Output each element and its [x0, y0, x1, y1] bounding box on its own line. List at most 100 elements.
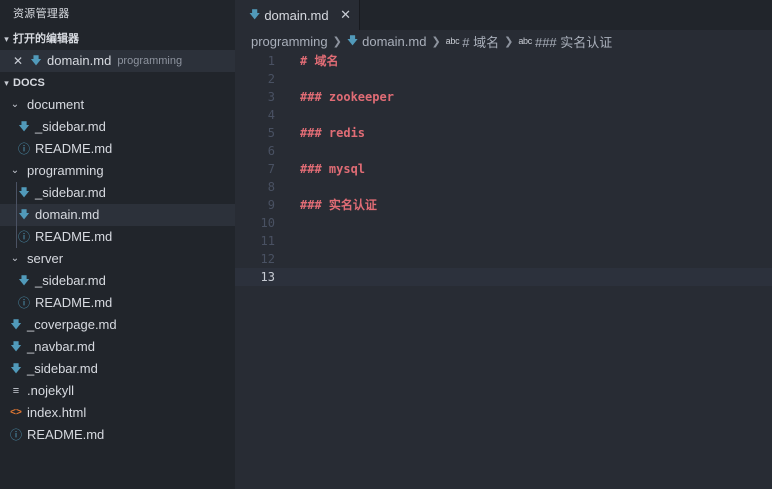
tree-folder[interactable]: ⌄ document [0, 94, 235, 116]
line-text: ### zookeeper [300, 90, 394, 104]
line-number: 10 [260, 216, 275, 230]
code-line[interactable]: 8 [235, 178, 772, 196]
code-line[interactable]: 5 ### redis [235, 124, 772, 142]
line-number: 6 [267, 144, 275, 158]
chevron-down-icon: ⌄ [10, 253, 20, 264]
close-icon[interactable]: ✕ [12, 50, 24, 72]
code-line[interactable]: 11 [235, 232, 772, 250]
code-line[interactable]: 1 # 域名 [235, 52, 772, 70]
text-file-icon: ≡ [12, 385, 20, 397]
line-number: 8 [267, 180, 275, 194]
tab-domain-md[interactable]: 🡇 domain.md ✕ [235, 0, 360, 30]
tree-folder[interactable]: ⌄ programming [0, 160, 235, 182]
info-icon: ⓘ [17, 230, 30, 244]
code-line[interactable]: 2 [235, 70, 772, 88]
indent-guide [16, 204, 17, 226]
code-line[interactable]: 10 [235, 214, 772, 232]
markdown-icon: 🡇 [10, 341, 22, 353]
line-number: 7 [267, 162, 275, 176]
code-line[interactable]: 4 [235, 106, 772, 124]
code-line[interactable]: 9 ### 实名认证 [235, 196, 772, 214]
tree-item-label: README.md [27, 427, 105, 442]
explorer-sidebar: 资源管理器 ▾ 打开的编辑器 ✕ 🡇 domain.md programming… [0, 0, 235, 489]
code-line[interactable]: 12 [235, 250, 772, 268]
markdown-icon: 🡇 [30, 55, 42, 67]
tree-file[interactable]: 🡇 _sidebar.md [0, 270, 235, 292]
chevron-down-icon: ⌄ [10, 165, 20, 176]
markdown-icon: 🡇 [18, 209, 30, 221]
line-number: 1 [267, 54, 275, 68]
tab-bar: 🡇 domain.md ✕ [235, 0, 772, 30]
line-text: ### mysql [300, 162, 366, 176]
tree-file[interactable]: ⓘ README.md [0, 138, 235, 160]
tree-file[interactable]: 🡇 _sidebar.md [0, 358, 235, 380]
tab-label: domain.md [264, 7, 329, 23]
tree-file[interactable]: 🡇 domain.md [0, 204, 235, 226]
tree-item-label: README.md [35, 229, 113, 244]
markdown-icon: 🡇 [346, 34, 359, 47]
breadcrumb-item[interactable]: programming [251, 34, 328, 49]
workspace-label: DOCS [13, 77, 45, 89]
line-number: 4 [267, 108, 275, 122]
breadcrumb: programming ❯ 🡇 domain.md ❯ abc # 域名 ❯ a… [235, 30, 772, 52]
tree-folder[interactable]: ⌄ server [0, 248, 235, 270]
open-editor-desc: programming [117, 55, 183, 67]
line-text: ### 实名认证 [300, 198, 377, 212]
indent-guide [16, 226, 17, 248]
breadcrumb-item[interactable]: ### 实名认证 [535, 32, 612, 51]
chevron-right-icon: ❯ [332, 35, 342, 48]
tree-file[interactable]: ⓘ README.md [0, 424, 235, 446]
tree-file[interactable]: 🡇 _sidebar.md [0, 182, 235, 204]
tree-item-label: _sidebar.md [35, 119, 106, 134]
code-line[interactable]: 13 [235, 268, 772, 286]
tree-file[interactable]: 🡇 _sidebar.md [0, 116, 235, 138]
tree-file[interactable]: ⓘ README.md [0, 226, 235, 248]
tree-item-label: _navbar.md [27, 339, 95, 354]
line-number: 9 [267, 198, 275, 212]
open-editor-item[interactable]: ✕ 🡇 domain.md programming [0, 50, 235, 72]
html-icon: <> [10, 407, 22, 418]
line-number: 2 [267, 72, 275, 86]
symbol-string-icon: abc [518, 36, 532, 46]
breadcrumb-item[interactable]: # 域名 [462, 32, 499, 51]
tree-file[interactable]: 🡇 _navbar.md [0, 336, 235, 358]
tree-item-label: domain.md [35, 207, 100, 222]
open-editors-label: 打开的编辑器 [13, 33, 79, 45]
chevron-right-icon: ❯ [504, 35, 514, 48]
close-icon[interactable]: ✕ [339, 7, 353, 23]
tree-item-label: _sidebar.md [35, 273, 106, 288]
line-text: ### redis [300, 126, 366, 140]
markdown-icon: 🡇 [18, 275, 30, 287]
workspace-header[interactable]: ▾ DOCS [0, 72, 235, 94]
tree-item-label: programming [27, 163, 104, 178]
file-tree: ⌄ document 🡇 _sidebar.md ⓘ README.md ⌄ programm… [0, 94, 235, 446]
tree-file[interactable]: ⓘ README.md [0, 292, 235, 314]
line-number: 11 [260, 234, 275, 248]
chevron-down-icon: ▾ [4, 34, 9, 44]
open-editors-header[interactable]: ▾ 打开的编辑器 [0, 28, 235, 50]
markdown-icon: 🡇 [249, 8, 261, 21]
open-editor-name: domain.md [47, 53, 112, 68]
tree-item-label: document [27, 97, 85, 112]
tree-item-label: _coverpage.md [27, 317, 117, 332]
code-line[interactable]: 3 ### zookeeper [235, 88, 772, 106]
tree-item-label: _sidebar.md [35, 185, 106, 200]
line-number: 12 [260, 252, 275, 266]
line-number: 5 [267, 126, 275, 140]
tree-item-label: index.html [27, 405, 87, 420]
markdown-icon: 🡇 [18, 187, 30, 199]
explorer-title: 资源管理器 [13, 8, 70, 20]
editor-area: 🡇 domain.md ✕ programming ❯ 🡇 domain.md … [235, 0, 772, 489]
tree-file[interactable]: <> index.html [0, 402, 235, 424]
tree-file[interactable]: ≡ .nojekyll [0, 380, 235, 402]
markdown-icon: 🡇 [10, 319, 22, 331]
code-line[interactable]: 6 [235, 142, 772, 160]
chevron-down-icon: ⌄ [10, 99, 20, 110]
code-line[interactable]: 7 ### mysql [235, 160, 772, 178]
breadcrumb-item[interactable]: domain.md [362, 34, 426, 49]
code-editor[interactable]: 1 # 域名 2 3 ### zookeeper 4 5 ### redis 6 7 ### mys… [235, 52, 772, 489]
line-number: 3 [267, 90, 275, 104]
tree-item-label: README.md [35, 295, 113, 310]
tree-file[interactable]: 🡇 _coverpage.md [0, 314, 235, 336]
markdown-icon: 🡇 [10, 363, 22, 375]
